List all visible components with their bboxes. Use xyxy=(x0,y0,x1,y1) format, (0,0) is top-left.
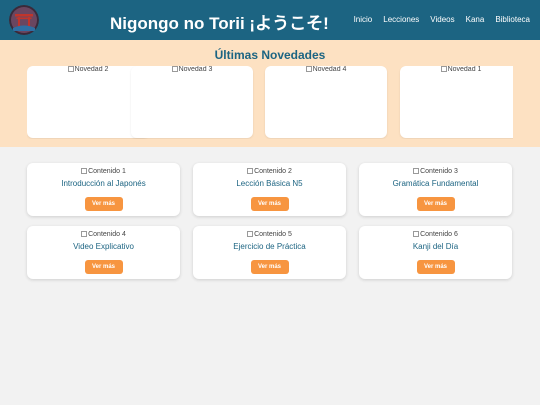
content-image: Contenido 4 xyxy=(27,231,180,238)
ver-mas-button[interactable]: Ver más xyxy=(250,197,289,211)
broken-image-icon xyxy=(81,231,88,237)
header-bar: Nigongo no Torii ¡ようこそ! Inicio Lecciones… xyxy=(0,0,540,40)
broken-image-icon xyxy=(247,231,254,237)
content-title: Kanji del Día xyxy=(412,242,459,251)
nav-link-videos[interactable]: Videos xyxy=(430,15,454,24)
news-image-alt: Novedad 2 xyxy=(74,66,109,73)
news-image: Novedad 3 xyxy=(131,66,253,73)
broken-image-icon xyxy=(81,168,88,174)
content-card: Contenido 5 Ejercicio de Práctica Ver má… xyxy=(193,226,346,279)
torii-logo-icon[interactable] xyxy=(9,5,39,35)
news-card[interactable]: Novedad 1 xyxy=(400,66,513,138)
news-section: Últimas Novedades Novedad 2 Novedad 3 No… xyxy=(0,40,540,147)
content-image-alt: Contenido 1 xyxy=(88,168,126,175)
site-title: Nigongo no Torii ¡ようこそ! xyxy=(110,14,329,33)
ver-mas-button[interactable]: Ver más xyxy=(250,260,289,274)
content-image-alt: Contenido 3 xyxy=(420,168,458,175)
content-image: Contenido 5 xyxy=(193,231,346,238)
broken-image-icon xyxy=(171,66,178,72)
news-image-alt: Novedad 3 xyxy=(178,66,213,73)
content-title: Video Explicativo xyxy=(73,242,134,251)
ver-mas-button[interactable]: Ver más xyxy=(84,197,123,211)
news-title: Últimas Novedades xyxy=(214,48,326,62)
content-image-alt: Contenido 2 xyxy=(254,168,292,175)
content-card: Contenido 6 Kanji del Día Ver más xyxy=(359,226,512,279)
ver-mas-button[interactable]: Ver más xyxy=(84,260,123,274)
content-image-alt: Contenido 5 xyxy=(254,231,292,238)
content-title: Lección Básica N5 xyxy=(236,179,303,188)
nav-link-lecciones[interactable]: Lecciones xyxy=(383,15,419,24)
content-title: Introducción al Japonés xyxy=(61,179,146,188)
broken-image-icon xyxy=(67,66,74,72)
content-image: Contenido 1 xyxy=(27,168,180,175)
broken-image-icon xyxy=(413,231,420,237)
content-card: Contenido 4 Video Explicativo Ver más xyxy=(27,226,180,279)
nav-link-biblioteca[interactable]: Biblioteca xyxy=(495,15,530,24)
content-image: Contenido 2 xyxy=(193,168,346,175)
content-title: Gramática Fundamental xyxy=(392,179,479,188)
broken-image-icon xyxy=(440,66,447,72)
broken-image-icon xyxy=(247,168,254,174)
content-image: Contenido 3 xyxy=(359,168,512,175)
content-card: Contenido 2 Lección Básica N5 Ver más xyxy=(193,163,346,216)
news-carousel[interactable]: Novedad 2 Novedad 3 Novedad 4 Novedad 1 xyxy=(27,66,513,139)
nav-link-inicio[interactable]: Inicio xyxy=(354,15,373,24)
news-card[interactable]: Novedad 3 xyxy=(131,66,253,138)
nav-link-kana[interactable]: Kana xyxy=(466,15,485,24)
ver-mas-button[interactable]: Ver más xyxy=(416,197,455,211)
ver-mas-button[interactable]: Ver más xyxy=(416,260,455,274)
content-card: Contenido 3 Gramática Fundamental Ver má… xyxy=(359,163,512,216)
news-image: Novedad 4 xyxy=(265,66,387,73)
news-image-alt: Novedad 4 xyxy=(312,66,347,73)
content-title: Ejercicio de Práctica xyxy=(233,242,306,251)
content-image-alt: Contenido 4 xyxy=(88,231,126,238)
content-image-alt: Contenido 6 xyxy=(420,231,458,238)
broken-image-icon xyxy=(413,168,420,174)
news-card[interactable]: Novedad 4 xyxy=(265,66,387,138)
content-image: Contenido 6 xyxy=(359,231,512,238)
broken-image-icon xyxy=(305,66,312,72)
main-nav: Inicio Lecciones Videos Kana Biblioteca xyxy=(354,15,530,24)
news-image: Novedad 1 xyxy=(400,66,513,73)
news-image-alt: Novedad 1 xyxy=(447,66,482,73)
content-card: Contenido 1 Introducción al Japonés Ver … xyxy=(27,163,180,216)
